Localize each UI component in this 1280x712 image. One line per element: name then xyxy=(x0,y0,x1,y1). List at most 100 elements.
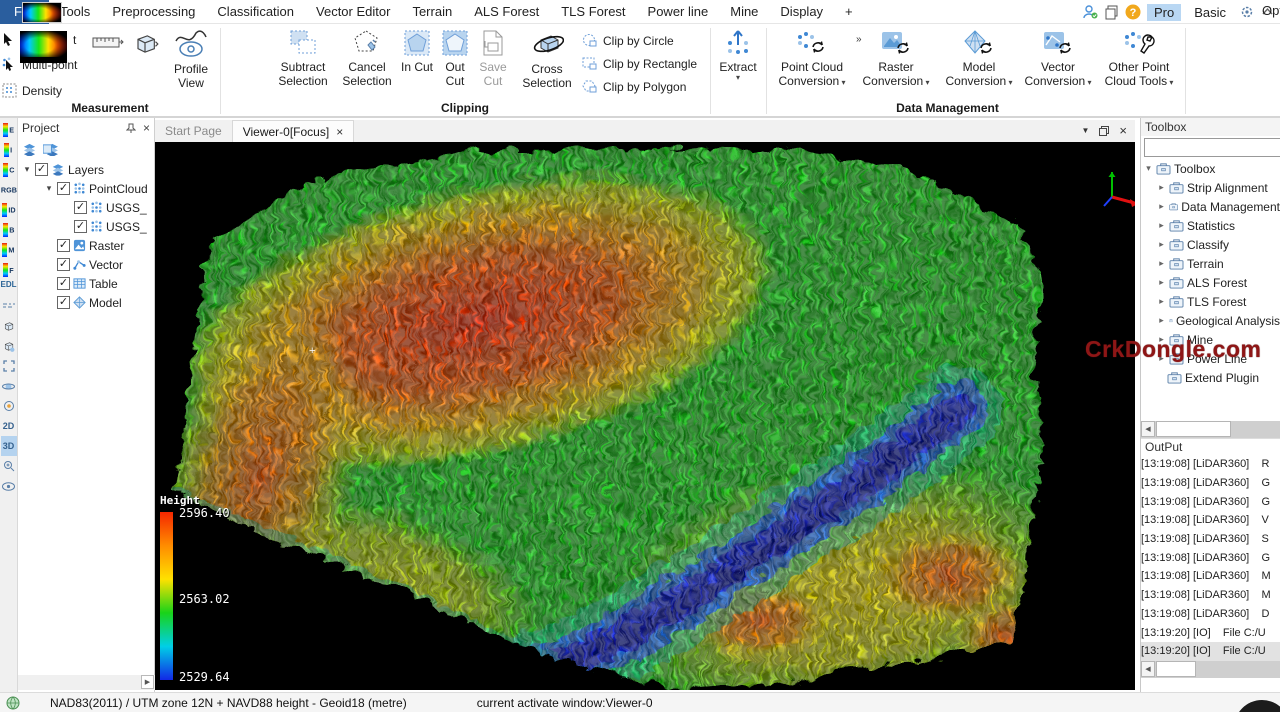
bounding-box-button[interactable] xyxy=(130,30,160,58)
options-menu[interactable]: Options xyxy=(1262,3,1280,18)
colormap-display-button[interactable]: F xyxy=(1,260,17,280)
clip-by-polygon-button[interactable]: Clip by Polygon xyxy=(582,79,686,94)
log-line[interactable]: [13:19:20] [IO] File C:/U xyxy=(1141,642,1280,661)
log-line[interactable]: [13:19:08] [LiDAR360] G xyxy=(1141,474,1280,493)
checkbox-checked[interactable]: ✓ xyxy=(74,220,87,233)
cross-selection-button[interactable]: Cross Selection xyxy=(518,29,576,90)
viewer-3d-canvas[interactable]: + Height 2596.40 2563.02 2529.64 xyxy=(155,142,1135,690)
cube-view-button[interactable] xyxy=(1,316,17,336)
vector-conversion-button[interactable]: Vector Conversion xyxy=(1020,29,1096,90)
measure-strip-icon[interactable] xyxy=(1,296,17,316)
log-line[interactable]: [13:19:08] [LiDAR360] M xyxy=(1141,586,1280,605)
expander-icon[interactable]: ▸ xyxy=(1157,258,1166,269)
ruler-tool-button[interactable] xyxy=(92,36,124,49)
menu-item[interactable]: Display xyxy=(769,0,834,24)
checkbox-checked[interactable]: ✓ xyxy=(57,182,70,195)
checkbox-checked[interactable]: ✓ xyxy=(74,201,87,214)
menu-item[interactable]: ALS Forest xyxy=(463,0,550,24)
toolbox-search-input[interactable] xyxy=(1144,138,1280,157)
copy-pages-icon[interactable] xyxy=(1104,5,1119,20)
checkbox-checked[interactable]: ✓ xyxy=(57,239,70,252)
menu-item[interactable]: + xyxy=(834,0,864,24)
cube-clip-button[interactable] xyxy=(1,336,17,356)
toolbox-tree-item[interactable]: Extend Plugin xyxy=(1141,368,1280,387)
layer-group-icon[interactable] xyxy=(43,143,58,156)
capture-button[interactable] xyxy=(1,396,17,416)
out-cut-button[interactable]: Out Cut xyxy=(436,29,474,88)
menu-item[interactable]: Preprocessing xyxy=(101,0,206,24)
extract-button[interactable]: Extract ▾ xyxy=(714,29,762,82)
menu-item[interactable]: Vector Editor xyxy=(305,0,401,24)
orbit-view-button[interactable] xyxy=(1,376,17,396)
log-line[interactable]: [13:19:08] [LiDAR360] V xyxy=(1141,511,1280,530)
tree-item-vector[interactable]: ✓ Vector xyxy=(18,255,154,274)
tree-item-raster[interactable]: ✓ Raster xyxy=(18,236,154,255)
expander-icon[interactable]: ▾ xyxy=(44,183,54,194)
toolbox-tree-item[interactable]: ▸ Strip Alignment xyxy=(1141,178,1280,197)
point-cloud-conversion-button[interactable]: Point Cloud Conversion xyxy=(772,29,852,90)
tree-item-usgs-1[interactable]: ✓ USGS_ xyxy=(18,198,154,217)
tree-item-layers[interactable]: ▾ ✓ Layers xyxy=(18,160,154,179)
help-icon[interactable]: ? xyxy=(1125,4,1141,20)
scroll-thumb[interactable] xyxy=(1156,421,1231,437)
edl-toggle-button[interactable]: EDL xyxy=(1,280,17,296)
tree-item-pointcloud[interactable]: ▾ ✓ PointCloud xyxy=(18,179,154,198)
log-line[interactable]: [13:19:20] [IO] File C:/U xyxy=(1141,623,1280,642)
view-2d-button[interactable]: 2D xyxy=(1,416,17,436)
density-button[interactable]: Density xyxy=(2,83,62,98)
colormap-display-button[interactable]: B xyxy=(1,220,17,240)
tree-item-usgs-2[interactable]: ✓ USGS_ xyxy=(18,217,154,236)
clip-by-circle-button[interactable]: Clip by Circle xyxy=(582,33,674,48)
visibility-button[interactable] xyxy=(1,476,17,496)
expander-icon[interactable]: ▾ xyxy=(22,164,32,175)
cancel-selection-button[interactable]: Cancel Selection xyxy=(338,29,396,88)
scroll-right-icon[interactable]: ▶ xyxy=(141,675,154,689)
menu-item[interactable]: Power line xyxy=(637,0,720,24)
tab-viewer-0[interactable]: Viewer-0[Focus]× xyxy=(232,120,355,142)
expander-icon[interactable]: ▸ xyxy=(1157,220,1166,231)
clip-by-rectangle-button[interactable]: Clip by Rectangle xyxy=(582,56,697,71)
toolbox-tree-item[interactable]: ▸ Terrain xyxy=(1141,254,1280,273)
tree-item-model[interactable]: ✓ Model xyxy=(18,293,154,312)
expander-icon[interactable]: ▾ xyxy=(1144,163,1153,174)
close-panel-icon[interactable]: × xyxy=(143,121,150,135)
toolbox-tree-item[interactable]: ▸ Data Management xyxy=(1141,197,1280,216)
toolbox-tree-item[interactable]: ▸ Classify xyxy=(1141,235,1280,254)
menu-item[interactable]: TLS Forest xyxy=(550,0,636,24)
expander-icon[interactable]: ▸ xyxy=(1157,182,1166,193)
menu-item[interactable]: Terrain xyxy=(401,0,463,24)
scroll-left-icon[interactable]: ◀ xyxy=(1141,421,1155,437)
expander-icon[interactable]: ▸ xyxy=(1157,239,1166,250)
expander-icon[interactable]: ▸ xyxy=(1157,315,1166,326)
pro-mode-badge[interactable]: Pro xyxy=(1147,4,1181,21)
zoom-in-button[interactable] xyxy=(1,456,17,476)
toolbox-tree-item[interactable]: ▸ Geological Analysis xyxy=(1141,311,1280,330)
add-layer-icon[interactable] xyxy=(22,143,37,156)
toolbox-hscrollbar[interactable]: ◀ xyxy=(1141,421,1280,438)
toolbox-tree-item[interactable]: ▸ ALS Forest xyxy=(1141,273,1280,292)
checkbox-checked[interactable]: ✓ xyxy=(57,277,70,290)
expander-icon[interactable]: ▸ xyxy=(1157,296,1166,307)
save-cut-button[interactable]: Save Cut xyxy=(474,29,512,88)
colormap-display-button[interactable]: C xyxy=(1,160,17,180)
log-line[interactable]: [13:19:08] [LiDAR360] G xyxy=(1141,548,1280,567)
expander-icon[interactable]: ▸ xyxy=(1157,201,1166,212)
checkbox-checked[interactable]: ✓ xyxy=(35,163,48,176)
colormap-display-button[interactable]: I xyxy=(1,140,17,160)
log-line[interactable]: [13:19:08] [LiDAR360] D xyxy=(1141,605,1280,624)
close-viewer-icon[interactable]: × xyxy=(1119,123,1127,138)
toolbox-tree-item[interactable]: ▸ TLS Forest xyxy=(1141,292,1280,311)
project-hscrollbar[interactable]: ▶ xyxy=(18,675,155,690)
colormap-display-button[interactable]: E xyxy=(1,120,17,140)
output-hscrollbar[interactable]: ◀ xyxy=(1141,661,1280,678)
checkbox-checked[interactable]: ✓ xyxy=(57,258,70,271)
colormap-display-button[interactable]: ID xyxy=(1,200,17,220)
other-point-cloud-tools-button[interactable]: Other Point Cloud Tools xyxy=(1096,29,1182,90)
log-line[interactable]: [13:19:08] [LiDAR360] R xyxy=(1141,455,1280,474)
toolbox-tree-item[interactable]: ▾ Toolbox xyxy=(1141,159,1280,178)
scroll-left-icon[interactable]: ◀ xyxy=(1141,661,1155,677)
scroll-thumb[interactable] xyxy=(1156,661,1196,677)
menu-item[interactable]: Classification xyxy=(206,0,305,24)
colormap-display-button[interactable]: RGB xyxy=(1,180,17,200)
pin-icon[interactable] xyxy=(126,123,136,134)
